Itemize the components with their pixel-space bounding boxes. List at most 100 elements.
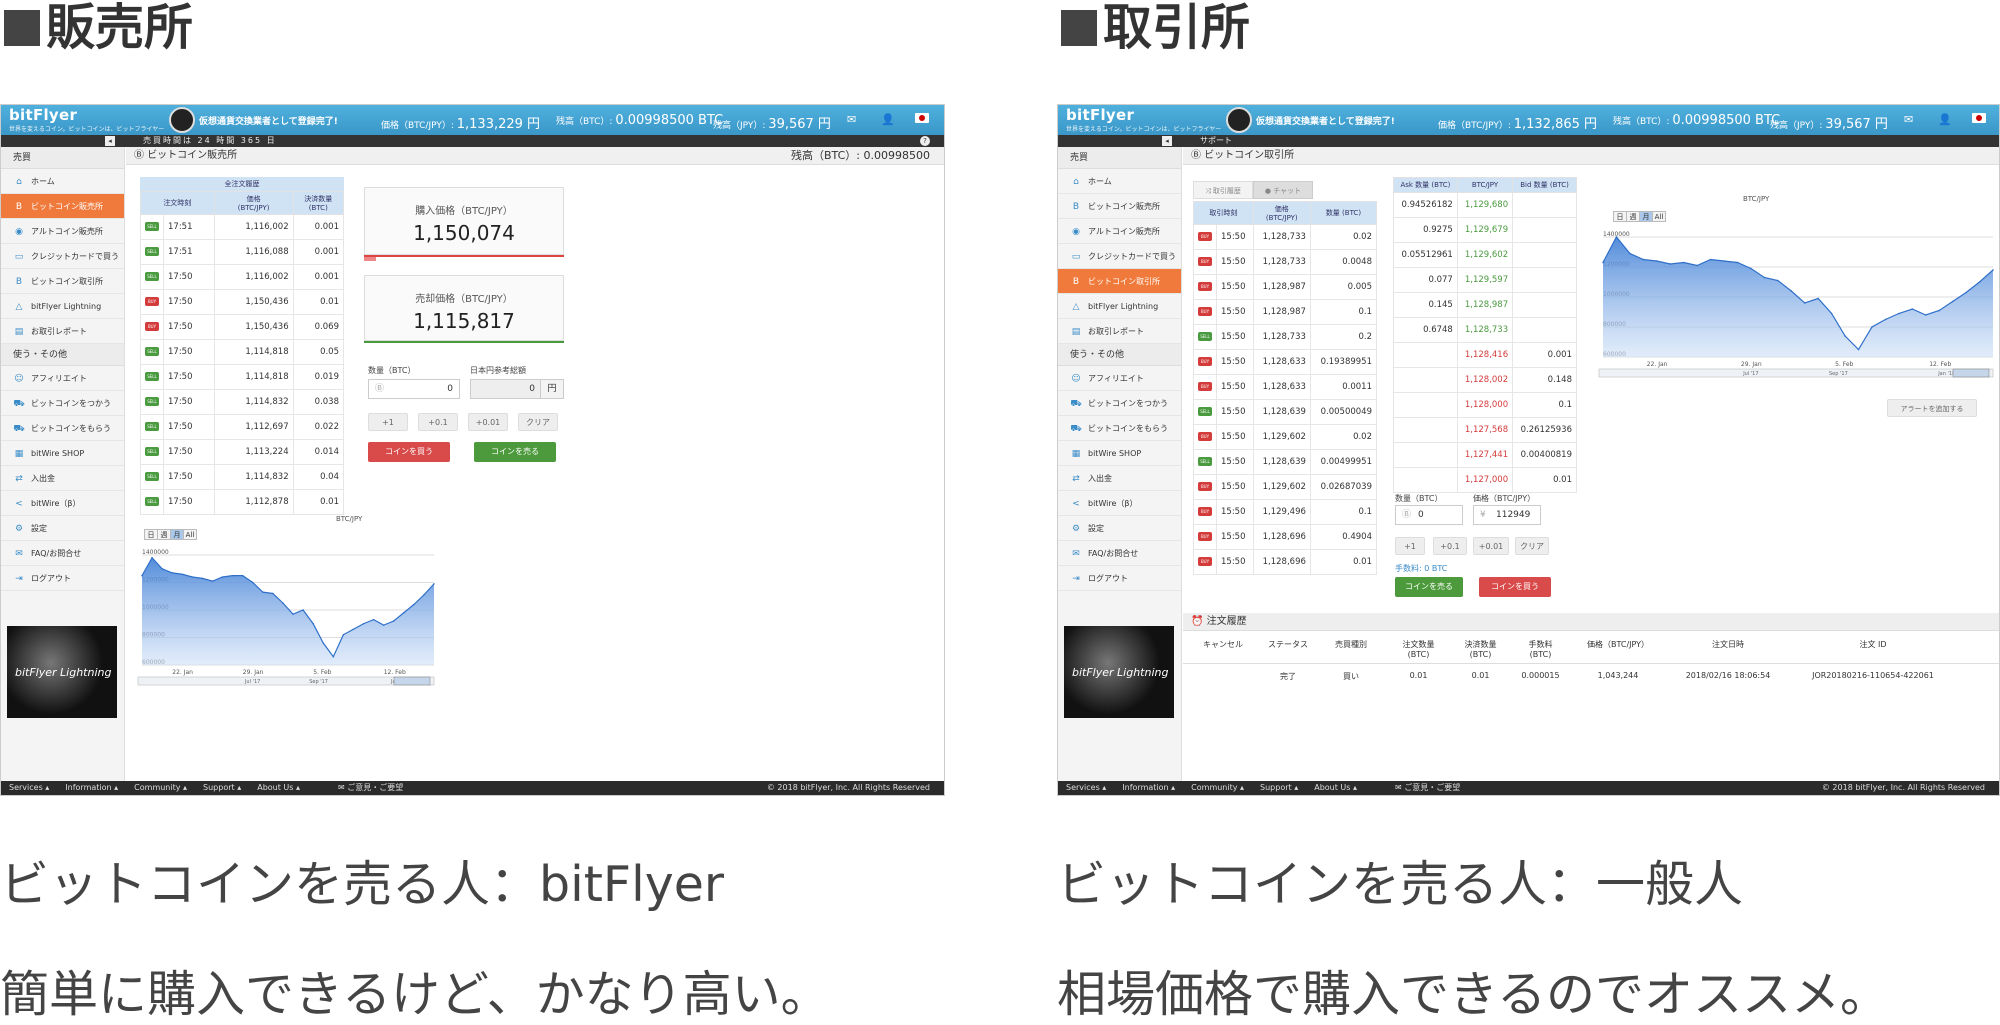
- support-link[interactable]: サポート: [1200, 135, 1232, 147]
- sidebar-item[interactable]: ✉ FAQ/お問合せ: [1058, 541, 1181, 566]
- mail-icon[interactable]: ✉: [1904, 113, 1913, 126]
- range-button[interactable]: 月: [1639, 211, 1653, 222]
- step-plus-0.1-button[interactable]: +0.1: [1433, 537, 1467, 555]
- sidebar-item[interactable]: ⌂ ホーム: [1058, 169, 1181, 194]
- user-icon[interactable]: 👤: [881, 113, 895, 126]
- side-cell: BUY: [1193, 549, 1217, 575]
- sidebar-item[interactable]: ⚙ 設定: [1, 516, 124, 541]
- step-plus-0.1-button[interactable]: +0.1: [418, 413, 458, 431]
- sidebar-item[interactable]: ▭ クレジットカードで買う: [1, 244, 124, 269]
- footer-link[interactable]: Services ▴: [9, 783, 49, 792]
- price-point: [1682, 261, 1685, 264]
- sidebar-item[interactable]: ▤ お取引レポート: [1058, 319, 1181, 344]
- step-plus-0.01-button[interactable]: +0.01: [468, 413, 508, 431]
- sidebar-item[interactable]: ⛟ ビットコインをもらう: [1, 416, 124, 441]
- sell-coin-button[interactable]: コインを売る: [1395, 577, 1463, 597]
- trade-history-title: 全注文履歴: [140, 177, 344, 191]
- footer-link[interactable]: About Us ▴: [1314, 783, 1357, 792]
- sidebar-item[interactable]: ☺ アフィリエイト: [1058, 366, 1181, 391]
- side-cell: SELL: [140, 214, 164, 240]
- sidebar-item[interactable]: △ bitFlyer Lightning: [1, 294, 124, 319]
- side-badge: SELL: [145, 247, 159, 256]
- step-plus-1-button[interactable]: +1: [368, 413, 408, 431]
- buy-coin-button[interactable]: コインを買う: [368, 442, 450, 462]
- right-heading: 取引所: [1061, 0, 1250, 56]
- sidebar-item[interactable]: ◉ アルトコイン販売所: [1058, 219, 1181, 244]
- sidebar-item[interactable]: B ビットコイン販売所: [1058, 194, 1181, 219]
- price-point: [262, 591, 264, 593]
- sidebar-item[interactable]: B ビットコイン取引所: [1058, 269, 1181, 294]
- sidebar-item[interactable]: ▤ お取引レポート: [1, 319, 124, 344]
- add-alert-button[interactable]: アラートを追加する: [1887, 399, 1977, 417]
- sidebar-item[interactable]: ☺ アフィリエイト: [1, 366, 124, 391]
- step-plus-1-button[interactable]: +1: [1395, 537, 1425, 555]
- collapse-icon[interactable]: ◂: [105, 136, 115, 146]
- user-icon[interactable]: 👤: [1938, 113, 1952, 126]
- range-button[interactable]: 日: [1613, 211, 1627, 222]
- sidebar-item[interactable]: ▭ クレジットカードで買う: [1058, 244, 1181, 269]
- sidebar-item[interactable]: ✉ FAQ/お問合せ: [1, 541, 124, 566]
- sell-coin-button[interactable]: コインを売る: [474, 442, 556, 462]
- sidebar-item[interactable]: ⌂ ホーム: [1, 169, 124, 194]
- range-button[interactable]: 週: [157, 529, 171, 540]
- range-button[interactable]: 週: [1626, 211, 1640, 222]
- qty-cell: 0.014: [292, 439, 345, 465]
- footer-link[interactable]: Community ▴: [134, 783, 187, 792]
- sidebar-item[interactable]: △ bitFlyer Lightning: [1058, 294, 1181, 319]
- lightning-banner[interactable]: bitFlyer Lightning: [7, 626, 117, 718]
- side-cell: SELL: [140, 339, 164, 365]
- sidebar-item[interactable]: ⇥ ログアウト: [1, 566, 124, 591]
- mail-icon[interactable]: ✉: [847, 113, 856, 126]
- tab-chat[interactable]: ● チャット: [1253, 181, 1313, 199]
- step-plus-0.01-button[interactable]: +0.01: [1473, 537, 1509, 555]
- sidebar-item[interactable]: < bitWire（β）: [1, 491, 124, 516]
- sidebar-item[interactable]: B ビットコイン販売所: [1, 194, 124, 219]
- clear-button[interactable]: クリア: [518, 413, 558, 431]
- ask-qty-cell: [1393, 442, 1458, 468]
- sidebar-item[interactable]: ⚙ 設定: [1058, 516, 1181, 541]
- price-input[interactable]: ¥112949: [1473, 505, 1541, 525]
- sidebar-item[interactable]: ⛟ ビットコインをもらう: [1058, 416, 1181, 441]
- feedback-link[interactable]: ✉ ご意見・ご要望: [338, 783, 403, 792]
- logo[interactable]: bitFlyer: [1066, 106, 1134, 124]
- tab-trade-history[interactable]: ⤨ 取引履歴: [1193, 181, 1253, 199]
- range-button[interactable]: 日: [144, 529, 158, 540]
- sidebar-item[interactable]: ⇄ 入出金: [1, 466, 124, 491]
- footer-link[interactable]: Services ▴: [1066, 783, 1106, 792]
- balance-readout: 残高（BTC）: 0.00998500: [791, 149, 930, 162]
- footer-link[interactable]: Information ▴: [65, 783, 118, 792]
- japan-flag-icon[interactable]: [1972, 113, 1986, 123]
- sidebar-item[interactable]: ⇥ ログアウト: [1058, 566, 1181, 591]
- collapse-icon[interactable]: ◂: [1162, 136, 1172, 146]
- quantity-input[interactable]: Ⓑ 0: [368, 379, 460, 399]
- footer-link[interactable]: About Us ▴: [257, 783, 300, 792]
- sidebar-item-label: ホーム: [31, 177, 55, 186]
- footer-link[interactable]: Community ▴: [1191, 783, 1244, 792]
- clear-button[interactable]: クリア: [1515, 537, 1549, 555]
- sidebar-item[interactable]: ▦ bitWire SHOP: [1058, 441, 1181, 466]
- buy-coin-button[interactable]: コインを買う: [1479, 577, 1551, 597]
- sidebar-item[interactable]: ⇄ 入出金: [1058, 466, 1181, 491]
- range-button[interactable]: 月: [170, 529, 184, 540]
- side-badge: BUY: [1198, 432, 1212, 441]
- japan-flag-icon[interactable]: [915, 113, 929, 123]
- sidebar-item[interactable]: ⛟ ビットコインをつかう: [1, 391, 124, 416]
- logo[interactable]: bitFlyer: [9, 106, 77, 124]
- help-icon[interactable]: ?: [920, 136, 930, 146]
- sidebar-item[interactable]: ⛟ ビットコインをつかう: [1058, 391, 1181, 416]
- sidebar-item[interactable]: ▦ bitWire SHOP: [1, 441, 124, 466]
- sidebar-item[interactable]: B ビットコイン取引所: [1, 269, 124, 294]
- lightning-banner[interactable]: bitFlyer Lightning: [1064, 626, 1174, 718]
- feedback-link[interactable]: ✉ ご意見・ご要望: [1395, 783, 1460, 792]
- notice-bar: ◂ サポート: [1058, 135, 1999, 147]
- sidebar-item[interactable]: < bitWire（β）: [1058, 491, 1181, 516]
- sidebar-item[interactable]: ◉ アルトコイン販売所: [1, 219, 124, 244]
- footer-link[interactable]: Support ▴: [203, 783, 241, 792]
- footer-link[interactable]: Support ▴: [1260, 783, 1298, 792]
- quantity-input[interactable]: Ⓑ 0: [1395, 505, 1463, 525]
- footer-link[interactable]: Information ▴: [1122, 783, 1175, 792]
- range-button[interactable]: All: [183, 529, 197, 540]
- range-button[interactable]: All: [1652, 211, 1666, 222]
- table-header: 決済数量 (BTC): [292, 191, 345, 215]
- price-point: [1669, 263, 1672, 265]
